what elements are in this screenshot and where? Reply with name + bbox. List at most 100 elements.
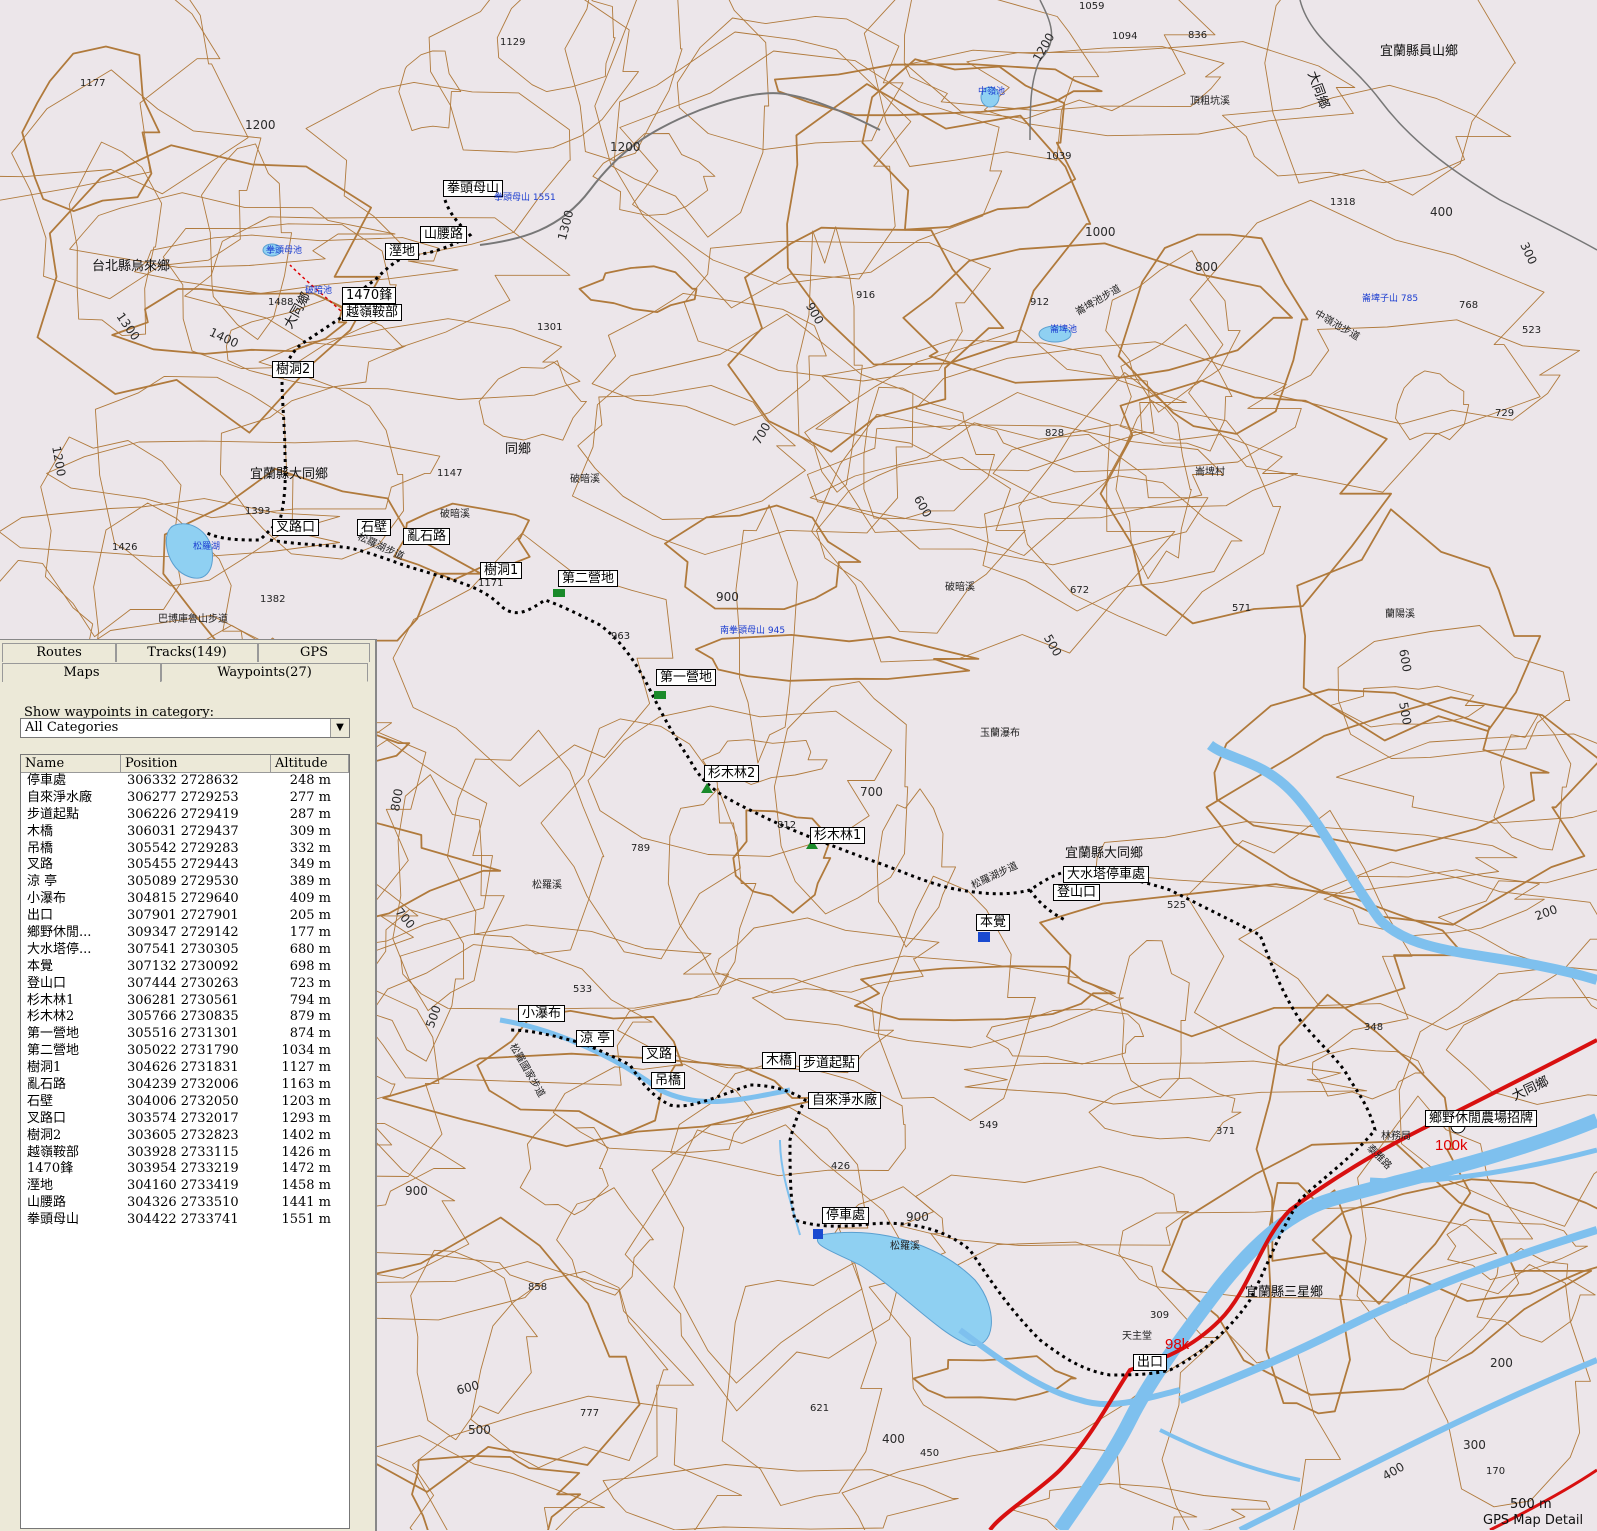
table-row[interactable]: 拳頭母山304422 27337411551 m: [21, 1212, 349, 1229]
waypoint-label[interactable]: 第一營地: [656, 669, 716, 686]
tab-gps[interactable]: GPS: [258, 643, 370, 662]
table-row[interactable]: 第二營地305022 27317901034 m: [21, 1043, 349, 1060]
column-altitude[interactable]: Altitude: [271, 755, 349, 772]
spot-height: 1301: [537, 322, 562, 333]
waypoint-name: 樹洞2: [21, 1128, 121, 1145]
contour-label: 900: [906, 1210, 929, 1224]
stream-label: 蘭陽溪: [1385, 605, 1415, 620]
table-row[interactable]: 溼地304160 27334191458 m: [21, 1178, 349, 1195]
waypoint-label[interactable]: 叉路口: [272, 519, 319, 536]
waypoint-label[interactable]: 溼地: [385, 243, 419, 260]
table-row[interactable]: 杉木林2305766 2730835879 m: [21, 1009, 349, 1026]
table-row[interactable]: 叉路305455 2729443349 m: [21, 857, 349, 874]
table-row[interactable]: 越嶺鞍部303928 27331151426 m: [21, 1145, 349, 1162]
waypoint-label[interactable]: 杉木林1: [810, 827, 865, 844]
waypoint-label[interactable]: 山腰路: [420, 226, 467, 243]
table-row[interactable]: 吊橋305542 2729283332 m: [21, 841, 349, 858]
table-row[interactable]: 山腰路304326 27335101441 m: [21, 1195, 349, 1212]
table-row[interactable]: 小瀑布304815 2729640409 m: [21, 891, 349, 908]
spot-height: 777: [580, 1408, 599, 1419]
table-row[interactable]: 步道起點306226 2729419287 m: [21, 807, 349, 824]
waypoint-label[interactable]: 涼 亭: [576, 1030, 614, 1047]
tab-tracks[interactable]: Tracks(149): [116, 643, 258, 662]
table-row[interactable]: 叉路口303574 27320171293 m: [21, 1111, 349, 1128]
waypoint-label[interactable]: 停車處: [822, 1207, 869, 1224]
category-select[interactable]: All Categories ▼: [20, 718, 350, 738]
column-position[interactable]: Position: [121, 755, 271, 772]
place-label: 崙埤子山 785: [1362, 291, 1418, 304]
waypoint-label[interactable]: 小瀑布: [518, 1005, 565, 1022]
waypoint-altitude: 389 m: [271, 874, 349, 891]
waypoint-label[interactable]: 木橋: [762, 1052, 796, 1069]
waypoint-label[interactable]: 自來淨水廠: [808, 1092, 881, 1109]
column-name[interactable]: Name: [21, 755, 121, 772]
place-label: 南拳頭母山 945: [720, 623, 785, 636]
place-label: 松羅湖: [193, 539, 220, 552]
waypoint-label[interactable]: 大水塔停車處: [1063, 866, 1149, 883]
waypoint-position: 304422 2733741: [121, 1212, 271, 1229]
table-row[interactable]: 出口307901 2727901205 m: [21, 908, 349, 925]
table-row[interactable]: 樹洞2303605 27328231402 m: [21, 1128, 349, 1145]
spot-height: 170: [1486, 1466, 1505, 1477]
table-row[interactable]: 停車處306332 2728632248 m: [21, 773, 349, 790]
waypoint-label[interactable]: 吊橋: [651, 1072, 685, 1089]
waypoint-label[interactable]: 越嶺鞍部: [342, 304, 402, 321]
table-row[interactable]: 亂石路304239 27320061163 m: [21, 1077, 349, 1094]
waypoint-label[interactable]: 亂石路: [403, 528, 450, 545]
waypoint-label[interactable]: 登山口: [1053, 884, 1100, 901]
waypoint-position: 307541 2730305: [121, 942, 271, 959]
tab-routes[interactable]: Routes: [2, 643, 116, 662]
table-row[interactable]: 登山口307444 2730263723 m: [21, 976, 349, 993]
stream-label: 松羅溪: [532, 876, 562, 891]
waypoint-altitude: 874 m: [271, 1026, 349, 1043]
table-row[interactable]: 鄉野休閒...309347 2729142177 m: [21, 925, 349, 942]
chevron-down-icon[interactable]: ▼: [330, 719, 349, 737]
waypoint-name: 越嶺鞍部: [21, 1145, 121, 1162]
waypoint-altitude: 349 m: [271, 857, 349, 874]
table-row[interactable]: 第一營地305516 2731301874 m: [21, 1026, 349, 1043]
stream-label: 頂粗坑溪: [1190, 92, 1230, 107]
waypoint-altitude: 1441 m: [271, 1195, 349, 1212]
waypoint-position: 307444 2730263: [121, 976, 271, 993]
waypoint-label[interactable]: 叉路: [642, 1046, 676, 1063]
region-label: 台北縣烏來鄉: [92, 255, 170, 274]
spot-height: 1094: [1112, 31, 1137, 42]
stream-label: 破暗溪: [440, 505, 470, 520]
table-row[interactable]: 1470鋒303954 27332191472 m: [21, 1161, 349, 1178]
table-row[interactable]: 杉木林1306281 2730561794 m: [21, 993, 349, 1010]
waypoint-label[interactable]: 1470鋒: [342, 287, 396, 304]
table-row[interactable]: 樹洞1304626 27318311127 m: [21, 1060, 349, 1077]
waypoint-label[interactable]: 出口: [1133, 1354, 1167, 1371]
tab-maps[interactable]: Maps: [2, 663, 161, 682]
waypoint-name: 叉路: [21, 857, 121, 874]
place-label: 中嶺池: [978, 84, 1005, 97]
table-row[interactable]: 涼 亭305089 2729530389 m: [21, 874, 349, 891]
waypoint-label[interactable]: 杉木林2: [704, 765, 759, 782]
contour-label: 200: [1490, 1356, 1513, 1370]
table-row[interactable]: 大水塔停...307541 2730305680 m: [21, 942, 349, 959]
spot-height: 1382: [260, 594, 285, 605]
spot-height: 549: [979, 1120, 998, 1131]
waypoint-label[interactable]: 樹洞1: [480, 562, 522, 579]
waypoint-name: 第一營地: [21, 1026, 121, 1043]
table-row[interactable]: 木橋306031 2729437309 m: [21, 824, 349, 841]
waypoint-label[interactable]: 樹洞2: [272, 361, 314, 378]
contour-label: 1200: [610, 140, 641, 154]
waypoint-label[interactable]: 本覺: [976, 914, 1010, 931]
waypoint-label[interactable]: 鄉野休閒農場招牌: [1425, 1110, 1537, 1127]
tab-waypoints[interactable]: Waypoints(27): [161, 663, 368, 682]
table-row[interactable]: 自來淨水廠306277 2729253277 m: [21, 790, 349, 807]
waypoint-label[interactable]: 第二營地: [558, 570, 618, 587]
spot-height: 729: [1495, 408, 1514, 419]
table-row[interactable]: 石壁304006 27320501203 m: [21, 1094, 349, 1111]
table-row[interactable]: 本覺307132 2730092698 m: [21, 959, 349, 976]
village-label: 天主堂: [1122, 1327, 1152, 1342]
spot-height: 309: [1150, 1310, 1169, 1321]
waypoint-label[interactable]: 步道起點: [799, 1055, 859, 1072]
waypoint-name: 木橋: [21, 824, 121, 841]
footer-label: GPS Map Detail: [1483, 1513, 1583, 1528]
spot-height: 1177: [80, 78, 105, 89]
waypoint-name: 杉木林2: [21, 1009, 121, 1026]
waypoint-name: 自來淨水廠: [21, 790, 121, 807]
spot-height: 1171: [478, 578, 503, 589]
